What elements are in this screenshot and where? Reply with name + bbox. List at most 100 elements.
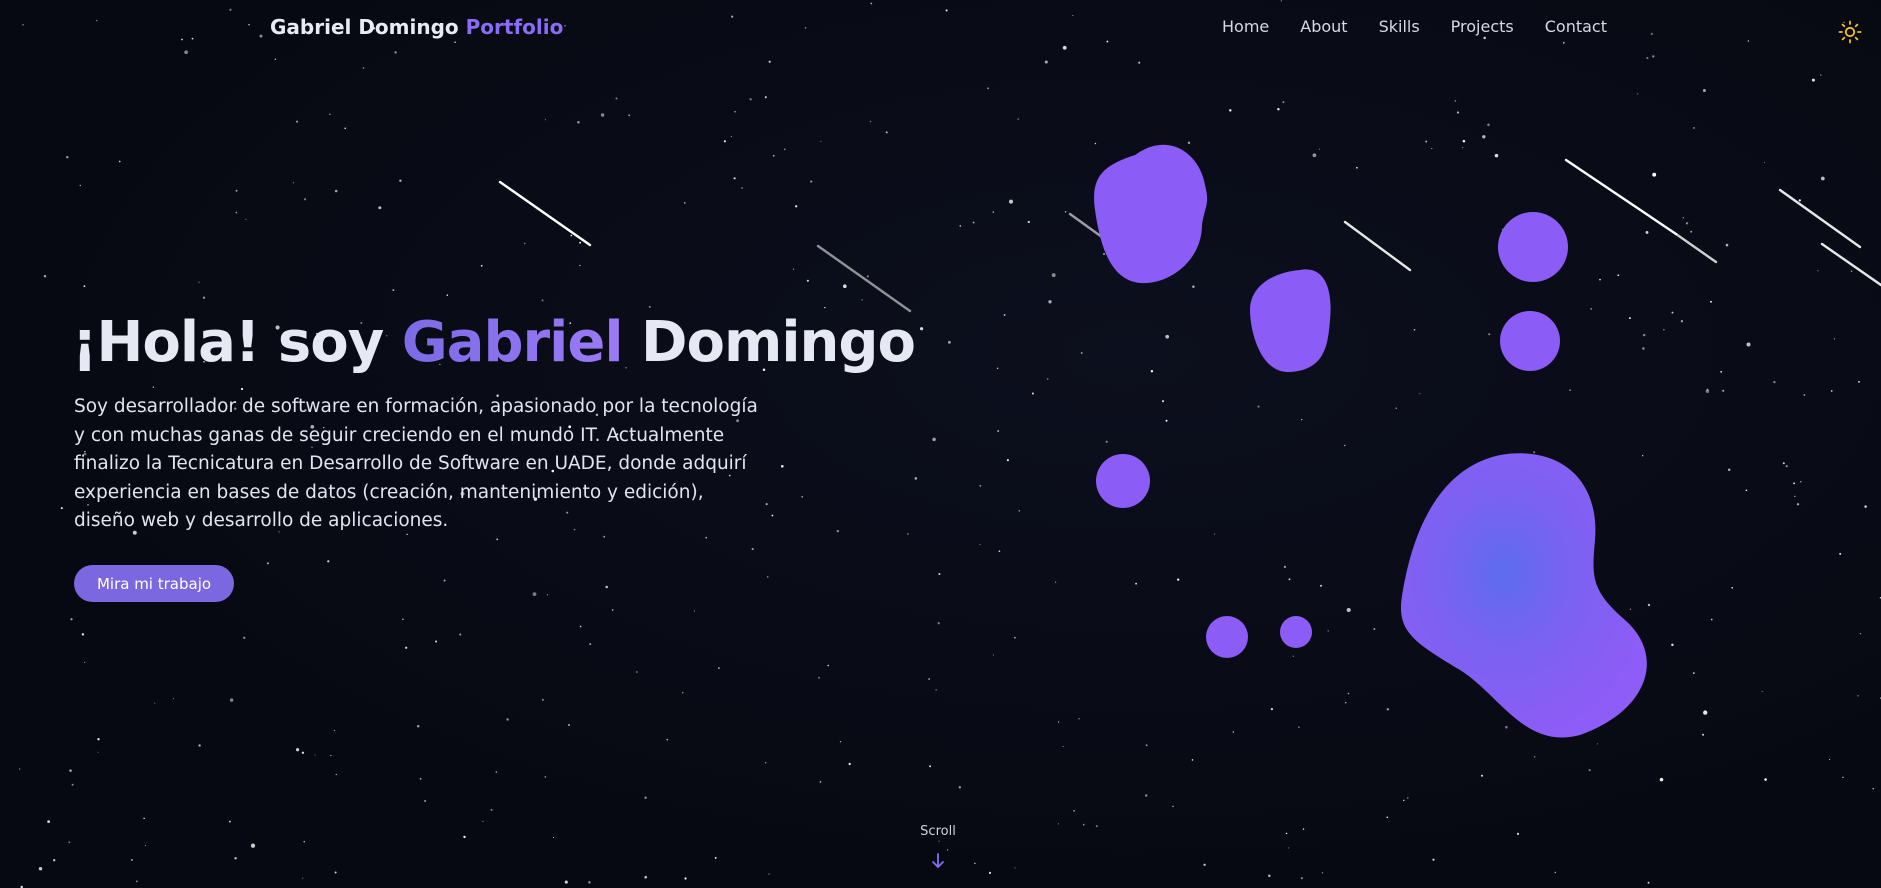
star	[1682, 217, 1684, 219]
star	[1082, 823, 1085, 826]
blob-circle-2	[1500, 311, 1560, 371]
star	[144, 844, 147, 846]
star	[482, 820, 484, 823]
star	[784, 148, 786, 151]
star	[1017, 118, 1020, 120]
star	[66, 156, 69, 159]
star	[541, 299, 544, 302]
star	[997, 429, 1000, 433]
view-work-button[interactable]: Mira mi trabajo	[74, 565, 234, 602]
nav-skills[interactable]: Skills	[1379, 17, 1420, 36]
star	[53, 859, 56, 862]
star	[705, 536, 708, 539]
star	[152, 386, 154, 388]
star	[848, 762, 851, 766]
star	[1062, 745, 1064, 748]
star	[938, 840, 940, 842]
star	[1646, 56, 1649, 60]
star	[795, 205, 798, 208]
star	[792, 268, 795, 270]
star	[79, 184, 82, 187]
star	[1057, 823, 1060, 825]
shooting-star	[498, 180, 592, 247]
top-navbar: Gabriel Domingo Portfolio Home About Ski…	[0, 0, 1881, 54]
star	[972, 221, 975, 224]
star	[296, 120, 298, 123]
theme-toggle-button[interactable]	[1838, 20, 1862, 44]
star	[1864, 505, 1867, 508]
star	[861, 299, 863, 301]
star	[935, 689, 937, 691]
star	[1031, 392, 1034, 395]
star	[734, 110, 736, 113]
star	[1680, 320, 1684, 323]
star	[1703, 710, 1708, 715]
star	[495, 771, 498, 773]
star	[130, 858, 133, 861]
star	[235, 211, 238, 214]
star	[1285, 832, 1288, 835]
star	[1533, 755, 1536, 758]
star	[1773, 380, 1776, 384]
star	[302, 877, 304, 879]
star	[603, 535, 606, 538]
star	[459, 633, 462, 636]
star	[1811, 78, 1815, 82]
star	[314, 754, 316, 756]
star	[1058, 721, 1060, 723]
star	[1588, 769, 1591, 772]
star	[303, 841, 305, 843]
star	[1321, 872, 1324, 874]
star	[605, 585, 608, 589]
blob-top-left	[1094, 144, 1208, 284]
star	[532, 592, 537, 597]
nav-projects[interactable]: Projects	[1451, 17, 1514, 36]
star	[1432, 858, 1435, 861]
star	[1817, 270, 1819, 272]
nav-contact[interactable]: Contact	[1545, 17, 1607, 36]
star	[1554, 871, 1557, 874]
nav-about[interactable]: About	[1300, 17, 1347, 36]
star	[1637, 93, 1639, 95]
star	[820, 140, 822, 142]
star	[544, 776, 547, 778]
star	[992, 654, 994, 656]
star	[71, 783, 74, 786]
star	[198, 281, 200, 283]
arrow-down-icon[interactable]	[930, 852, 946, 870]
star	[1407, 797, 1409, 799]
star	[362, 67, 365, 69]
star	[772, 154, 775, 157]
star	[1710, 618, 1713, 621]
star	[463, 835, 466, 839]
star	[869, 120, 872, 123]
star	[1820, 176, 1825, 181]
star	[1785, 465, 1788, 468]
star	[1456, 111, 1460, 114]
star	[552, 836, 555, 838]
star	[730, 135, 732, 138]
star	[1710, 300, 1712, 303]
star	[579, 264, 581, 267]
star	[266, 562, 269, 565]
star	[564, 880, 568, 884]
star	[1872, 788, 1874, 790]
star	[992, 211, 995, 213]
star	[947, 340, 951, 344]
star	[416, 724, 420, 728]
nav-home[interactable]: Home	[1222, 17, 1269, 36]
star	[1659, 777, 1664, 782]
star	[979, 543, 981, 545]
star	[47, 820, 51, 824]
star	[327, 560, 330, 563]
star	[1800, 481, 1802, 483]
star	[1746, 342, 1751, 347]
scroll-label[interactable]: Scroll	[913, 824, 963, 839]
star	[446, 294, 449, 296]
star	[1727, 468, 1731, 471]
star	[1829, 758, 1831, 761]
brand-logo[interactable]: Gabriel Domingo Portfolio	[270, 15, 563, 39]
star	[1144, 794, 1148, 797]
star	[764, 762, 767, 764]
star	[998, 550, 1001, 553]
